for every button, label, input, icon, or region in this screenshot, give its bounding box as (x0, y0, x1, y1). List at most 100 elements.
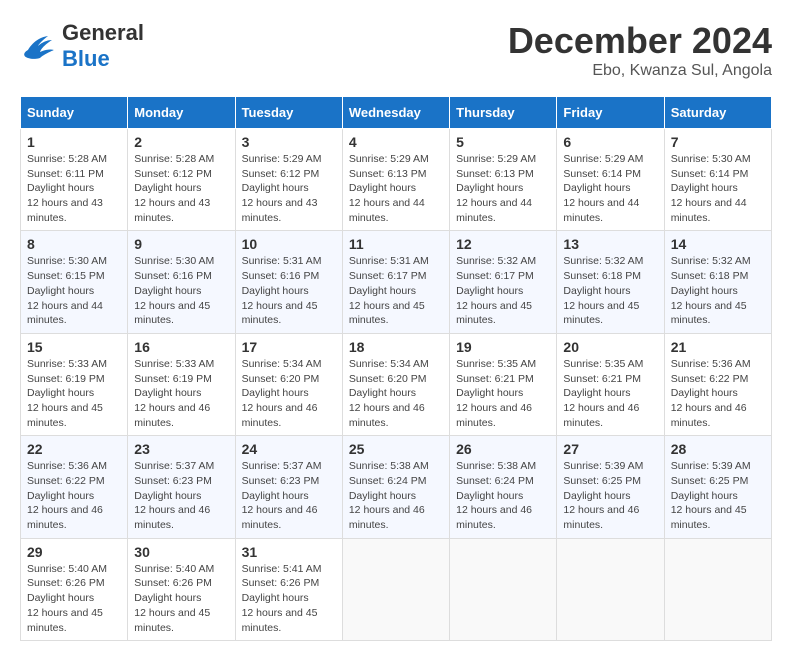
day-info: Sunrise: 5:30 AM Sunset: 6:14 PM Dayligh… (671, 152, 765, 225)
day-info: Sunrise: 5:31 AM Sunset: 6:16 PM Dayligh… (242, 254, 336, 327)
day-info: Sunrise: 5:36 AM Sunset: 6:22 PM Dayligh… (671, 357, 765, 430)
calendar-cell: 25 Sunrise: 5:38 AM Sunset: 6:24 PM Dayl… (342, 436, 449, 538)
calendar-cell: 9 Sunrise: 5:30 AM Sunset: 6:16 PM Dayli… (128, 231, 235, 333)
day-number: 25 (349, 441, 443, 457)
day-number: 28 (671, 441, 765, 457)
day-info: Sunrise: 5:40 AM Sunset: 6:26 PM Dayligh… (134, 562, 228, 635)
day-info: Sunrise: 5:37 AM Sunset: 6:23 PM Dayligh… (242, 459, 336, 532)
day-info: Sunrise: 5:30 AM Sunset: 6:16 PM Dayligh… (134, 254, 228, 327)
calendar-cell: 30 Sunrise: 5:40 AM Sunset: 6:26 PM Dayl… (128, 538, 235, 640)
day-number: 22 (27, 441, 121, 457)
month-title: December 2024 (508, 20, 772, 62)
day-number: 21 (671, 339, 765, 355)
day-info: Sunrise: 5:33 AM Sunset: 6:19 PM Dayligh… (134, 357, 228, 430)
weekday-header-tuesday: Tuesday (235, 97, 342, 129)
day-info: Sunrise: 5:38 AM Sunset: 6:24 PM Dayligh… (349, 459, 443, 532)
day-number: 15 (27, 339, 121, 355)
day-number: 23 (134, 441, 228, 457)
day-info: Sunrise: 5:41 AM Sunset: 6:26 PM Dayligh… (242, 562, 336, 635)
day-info: Sunrise: 5:40 AM Sunset: 6:26 PM Dayligh… (27, 562, 121, 635)
day-info: Sunrise: 5:28 AM Sunset: 6:12 PM Dayligh… (134, 152, 228, 225)
day-number: 26 (456, 441, 550, 457)
day-number: 19 (456, 339, 550, 355)
calendar-header-row: SundayMondayTuesdayWednesdayThursdayFrid… (21, 97, 772, 129)
day-info: Sunrise: 5:36 AM Sunset: 6:22 PM Dayligh… (27, 459, 121, 532)
calendar-cell: 19 Sunrise: 5:35 AM Sunset: 6:21 PM Dayl… (450, 333, 557, 435)
day-info: Sunrise: 5:35 AM Sunset: 6:21 PM Dayligh… (456, 357, 550, 430)
day-info: Sunrise: 5:37 AM Sunset: 6:23 PM Dayligh… (134, 459, 228, 532)
calendar-cell: 6 Sunrise: 5:29 AM Sunset: 6:14 PM Dayli… (557, 129, 664, 231)
calendar-cell: 17 Sunrise: 5:34 AM Sunset: 6:20 PM Dayl… (235, 333, 342, 435)
day-info: Sunrise: 5:39 AM Sunset: 6:25 PM Dayligh… (563, 459, 657, 532)
day-number: 6 (563, 134, 657, 150)
calendar-cell: 13 Sunrise: 5:32 AM Sunset: 6:18 PM Dayl… (557, 231, 664, 333)
location-title: Ebo, Kwanza Sul, Angola (508, 62, 772, 80)
day-number: 16 (134, 339, 228, 355)
calendar-cell: 3 Sunrise: 5:29 AM Sunset: 6:12 PM Dayli… (235, 129, 342, 231)
day-number: 10 (242, 236, 336, 252)
day-number: 1 (27, 134, 121, 150)
logo-bird-icon (20, 30, 58, 62)
day-number: 14 (671, 236, 765, 252)
day-number: 27 (563, 441, 657, 457)
weekday-header-saturday: Saturday (664, 97, 771, 129)
weekday-header-thursday: Thursday (450, 97, 557, 129)
day-number: 9 (134, 236, 228, 252)
calendar-cell: 15 Sunrise: 5:33 AM Sunset: 6:19 PM Dayl… (21, 333, 128, 435)
logo-text: General Blue (62, 20, 144, 72)
calendar-cell: 16 Sunrise: 5:33 AM Sunset: 6:19 PM Dayl… (128, 333, 235, 435)
day-number: 2 (134, 134, 228, 150)
logo: General Blue (20, 20, 144, 72)
weekday-header-friday: Friday (557, 97, 664, 129)
calendar-cell (664, 538, 771, 640)
day-info: Sunrise: 5:32 AM Sunset: 6:18 PM Dayligh… (671, 254, 765, 327)
day-info: Sunrise: 5:29 AM Sunset: 6:13 PM Dayligh… (349, 152, 443, 225)
calendar-cell: 10 Sunrise: 5:31 AM Sunset: 6:16 PM Dayl… (235, 231, 342, 333)
calendar-cell: 21 Sunrise: 5:36 AM Sunset: 6:22 PM Dayl… (664, 333, 771, 435)
day-info: Sunrise: 5:38 AM Sunset: 6:24 PM Dayligh… (456, 459, 550, 532)
calendar-cell: 5 Sunrise: 5:29 AM Sunset: 6:13 PM Dayli… (450, 129, 557, 231)
day-number: 7 (671, 134, 765, 150)
calendar-cell: 24 Sunrise: 5:37 AM Sunset: 6:23 PM Dayl… (235, 436, 342, 538)
day-info: Sunrise: 5:32 AM Sunset: 6:18 PM Dayligh… (563, 254, 657, 327)
calendar-cell (557, 538, 664, 640)
calendar-cell: 2 Sunrise: 5:28 AM Sunset: 6:12 PM Dayli… (128, 129, 235, 231)
day-number: 30 (134, 544, 228, 560)
day-info: Sunrise: 5:34 AM Sunset: 6:20 PM Dayligh… (349, 357, 443, 430)
day-info: Sunrise: 5:29 AM Sunset: 6:12 PM Dayligh… (242, 152, 336, 225)
day-number: 12 (456, 236, 550, 252)
calendar-cell: 8 Sunrise: 5:30 AM Sunset: 6:15 PM Dayli… (21, 231, 128, 333)
calendar-cell: 4 Sunrise: 5:29 AM Sunset: 6:13 PM Dayli… (342, 129, 449, 231)
weekday-header-wednesday: Wednesday (342, 97, 449, 129)
day-number: 17 (242, 339, 336, 355)
calendar-table: SundayMondayTuesdayWednesdayThursdayFrid… (20, 96, 772, 641)
day-number: 18 (349, 339, 443, 355)
day-info: Sunrise: 5:33 AM Sunset: 6:19 PM Dayligh… (27, 357, 121, 430)
calendar-cell (450, 538, 557, 640)
calendar-cell (342, 538, 449, 640)
calendar-cell: 11 Sunrise: 5:31 AM Sunset: 6:17 PM Dayl… (342, 231, 449, 333)
calendar-cell: 26 Sunrise: 5:38 AM Sunset: 6:24 PM Dayl… (450, 436, 557, 538)
day-number: 13 (563, 236, 657, 252)
day-number: 4 (349, 134, 443, 150)
day-info: Sunrise: 5:28 AM Sunset: 6:11 PM Dayligh… (27, 152, 121, 225)
day-info: Sunrise: 5:29 AM Sunset: 6:13 PM Dayligh… (456, 152, 550, 225)
calendar-cell: 14 Sunrise: 5:32 AM Sunset: 6:18 PM Dayl… (664, 231, 771, 333)
title-area: December 2024 Ebo, Kwanza Sul, Angola (508, 20, 772, 80)
day-number: 24 (242, 441, 336, 457)
calendar-cell: 18 Sunrise: 5:34 AM Sunset: 6:20 PM Dayl… (342, 333, 449, 435)
calendar-cell: 23 Sunrise: 5:37 AM Sunset: 6:23 PM Dayl… (128, 436, 235, 538)
day-number: 29 (27, 544, 121, 560)
calendar-cell: 7 Sunrise: 5:30 AM Sunset: 6:14 PM Dayli… (664, 129, 771, 231)
day-info: Sunrise: 5:30 AM Sunset: 6:15 PM Dayligh… (27, 254, 121, 327)
day-info: Sunrise: 5:31 AM Sunset: 6:17 PM Dayligh… (349, 254, 443, 327)
day-info: Sunrise: 5:34 AM Sunset: 6:20 PM Dayligh… (242, 357, 336, 430)
logo-brand: General Blue (20, 20, 144, 72)
calendar-cell: 22 Sunrise: 5:36 AM Sunset: 6:22 PM Dayl… (21, 436, 128, 538)
day-number: 11 (349, 236, 443, 252)
day-number: 20 (563, 339, 657, 355)
day-info: Sunrise: 5:29 AM Sunset: 6:14 PM Dayligh… (563, 152, 657, 225)
weekday-header-sunday: Sunday (21, 97, 128, 129)
day-info: Sunrise: 5:32 AM Sunset: 6:17 PM Dayligh… (456, 254, 550, 327)
calendar-cell: 28 Sunrise: 5:39 AM Sunset: 6:25 PM Dayl… (664, 436, 771, 538)
